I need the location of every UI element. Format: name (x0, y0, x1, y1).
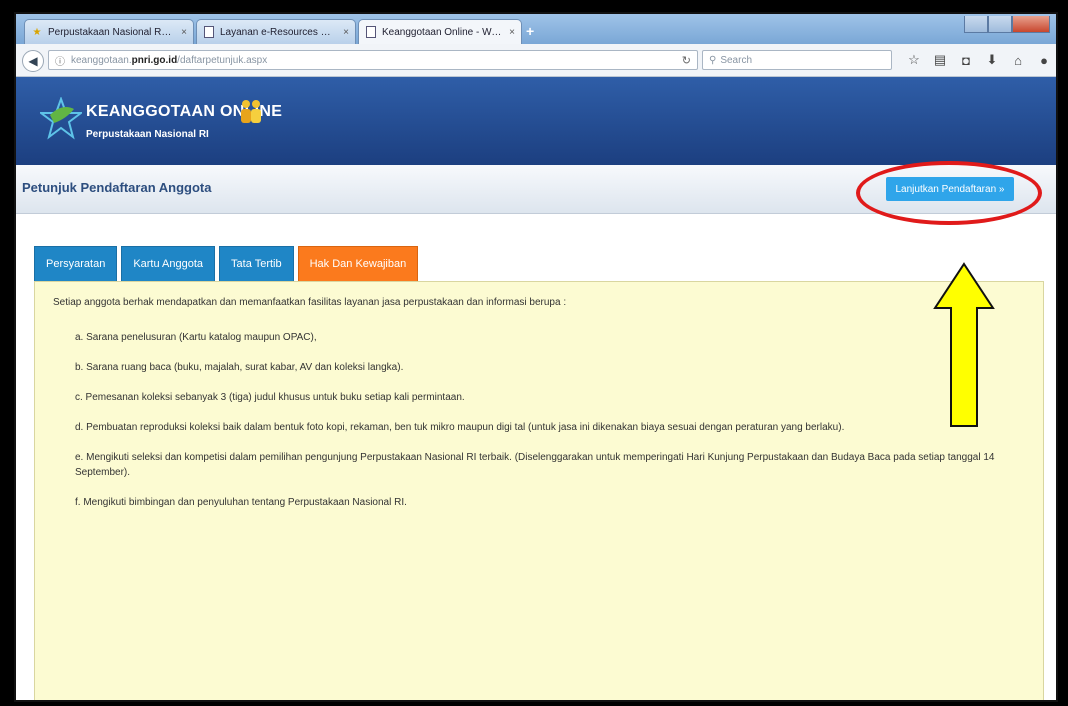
tab-kartu-anggota[interactable]: Kartu Anggota (121, 246, 216, 281)
download-icon[interactable]: ⬇ (982, 50, 1002, 70)
browser-tab-label: Layanan e-Resources Perp... (220, 26, 338, 38)
close-tab-icon[interactable]: × (509, 27, 515, 38)
minimize-button[interactable] (964, 16, 988, 33)
reload-icon[interactable]: ↻ (682, 54, 691, 67)
page-title: Petunjuk Pendaftaran Anggota (22, 180, 212, 195)
list-item: a. Sarana penelusuran (Kartu katalog mau… (75, 332, 317, 343)
reading-list-icon[interactable]: ▤ (930, 50, 950, 70)
browser-toolbar: ☆ ▤ ◘ ⬇ ⌂ ● ≡ (904, 50, 1056, 70)
rights-list: a. Sarana penelusuran (Kartu katalog mau… (75, 330, 1015, 525)
library-logo-icon (38, 96, 84, 146)
content-tab-bar: Persyaratan Kartu Anggota Tata Tertib Ha… (34, 246, 419, 281)
page-title-bar: Petunjuk Pendaftaran Anggota Lanjutkan P… (16, 161, 1056, 225)
page-icon (203, 26, 215, 38)
browser-tab-1[interactable]: ★ Perpustakaan Nasional Rep... × (24, 19, 194, 44)
list-item: d. Pembuatan reproduksi koleksi baik dal… (75, 422, 845, 433)
browser-tab-3-active[interactable]: Keanggotaan Online - Welcome × (358, 19, 522, 44)
site-subtitle: Perpustakaan Nasional RI (86, 129, 209, 140)
addon-icon[interactable]: ● (1034, 50, 1054, 70)
back-arrow-icon: ◀ (28, 54, 38, 68)
home-icon[interactable]: ⌂ (1008, 50, 1028, 70)
page-icon (365, 26, 377, 38)
intro-text: Setiap anggota berhak mendapatkan dan me… (53, 297, 567, 308)
close-window-button[interactable] (1012, 16, 1050, 33)
browser-tab-label: Keanggotaan Online - Welcome (382, 26, 503, 38)
list-item: f. Mengikuti bimbingan dan penyuluhan te… (75, 497, 407, 508)
new-tab-button[interactable]: + (526, 23, 534, 39)
content-panel: Setiap anggota berhak mendapatkan dan me… (34, 281, 1044, 700)
browser-nav-bar: ◀ ⓘ keanggotaan. pnri.go.id/daftarpetunju… (16, 44, 1056, 77)
search-icon: ⚲ (709, 54, 717, 66)
tab-hak-dan-kewajiban[interactable]: Hak Dan Kewajiban (297, 246, 419, 281)
back-button[interactable]: ◀ (22, 50, 44, 72)
close-tab-icon[interactable]: × (343, 27, 349, 38)
url-domain: pnri.go.id (131, 54, 178, 66)
close-tab-icon[interactable]: × (181, 27, 187, 38)
list-item: e. Mengikuti seleksi dan kompetisi dalam… (75, 452, 995, 478)
browser-tab-label: Perpustakaan Nasional Rep... (48, 26, 176, 38)
people-icon (238, 97, 264, 130)
bookmark-star-icon[interactable]: ☆ (904, 50, 924, 70)
info-icon: ⓘ (55, 56, 65, 68)
list-item: b. Sarana ruang baca (buku, majalah, sur… (75, 362, 404, 373)
browser-tab-2[interactable]: Layanan e-Resources Perp... × (196, 19, 356, 44)
tab-persyaratan[interactable]: Persyaratan (34, 246, 118, 281)
maximize-button[interactable] (988, 16, 1012, 33)
site-header: KEANGGOTAAN ONLINE Perpustakaan Nasional… (16, 77, 1056, 165)
list-item: c. Pemesanan koleksi sebanyak 3 (tiga) j… (75, 392, 465, 403)
star-icon: ★ (32, 26, 42, 38)
pocket-icon[interactable]: ◘ (956, 50, 976, 70)
search-placeholder: Search (720, 54, 753, 66)
url-bar[interactable]: ⓘ keanggotaan. pnri.go.id/daftarpetunjuk.… (48, 50, 698, 70)
screenshot-frame: ★ Perpustakaan Nasional Rep... × Layanan… (14, 12, 1058, 702)
red-highlight-circle (856, 161, 1042, 225)
url-path: /daftarpetunjuk.aspx (177, 54, 268, 66)
window-controls (964, 16, 1050, 33)
url-prefix: keanggotaan. (71, 54, 132, 66)
search-input[interactable]: ⚲ Search (702, 50, 892, 70)
tab-tata-tertib[interactable]: Tata Tertib (219, 246, 294, 281)
yellow-arrow-icon (933, 262, 995, 435)
browser-tab-strip: ★ Perpustakaan Nasional Rep... × Layanan… (16, 14, 1056, 44)
